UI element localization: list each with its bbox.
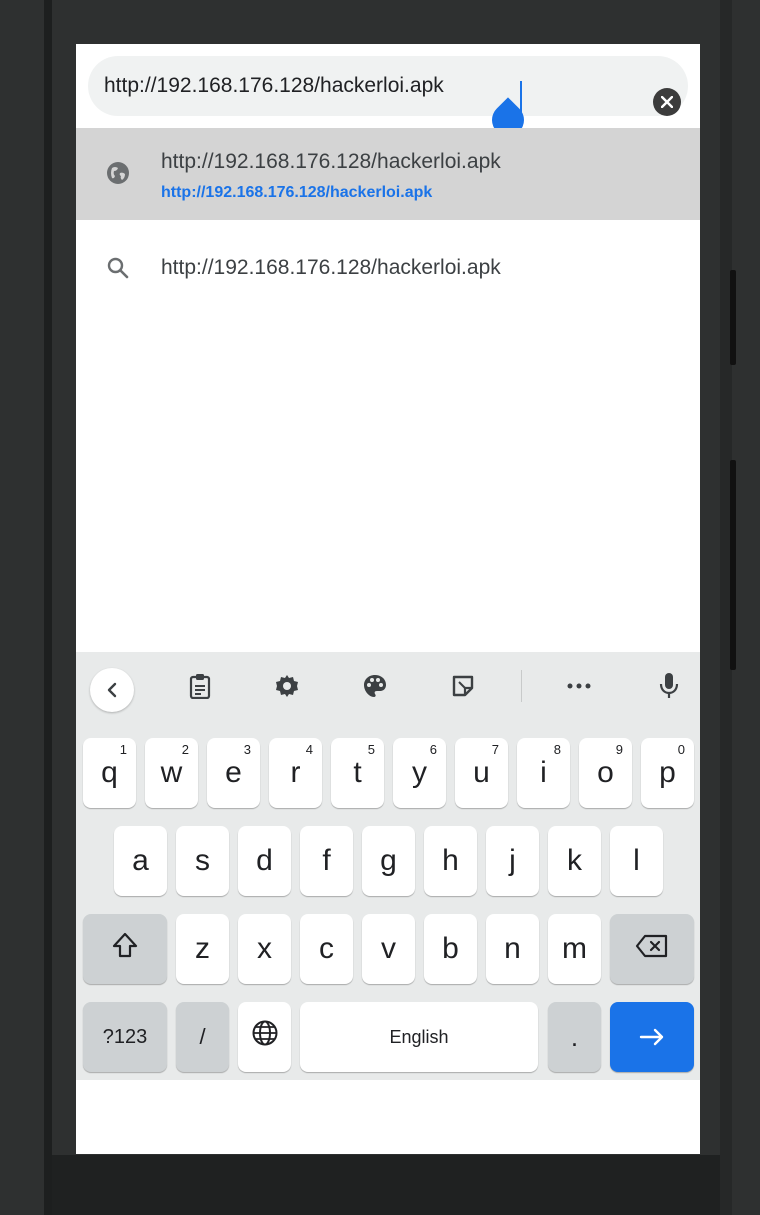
url-bar[interactable]: http://192.168.176.128/hackerloi.apk — [88, 56, 688, 116]
key-q[interactable]: q1 — [83, 738, 136, 808]
symbols-key[interactable]: ?123 — [83, 1002, 167, 1072]
suggestion-title: http://192.168.176.128/hackerloi.apk — [161, 150, 501, 173]
key-k[interactable]: k — [548, 826, 601, 896]
key-y[interactable]: y6 — [393, 738, 446, 808]
key-b[interactable]: b — [424, 914, 477, 984]
key-p[interactable]: p0 — [641, 738, 694, 808]
soft-keyboard: q1 w2 e3 r4 t5 y6 u7 i8 o9 p0 a s d f g … — [76, 652, 700, 1080]
enter-key[interactable] — [610, 1002, 694, 1072]
key-c[interactable]: c — [300, 914, 353, 984]
search-icon — [106, 256, 130, 285]
arrow-right-icon — [639, 1020, 665, 1054]
key-l[interactable]: l — [610, 826, 663, 896]
keyboard-toolbar — [76, 652, 700, 718]
suggestion-item-url[interactable]: http://192.168.176.128/hackerloi.apk htt… — [76, 128, 700, 220]
url-input[interactable]: http://192.168.176.128/hackerloi.apk — [104, 74, 444, 98]
text-cursor — [520, 81, 522, 113]
key-j[interactable]: j — [486, 826, 539, 896]
power-button — [730, 460, 736, 670]
shift-icon — [111, 931, 139, 967]
key-h[interactable]: h — [424, 826, 477, 896]
phone-bottom-bezel — [52, 1155, 720, 1215]
slash-key[interactable]: / — [176, 1002, 229, 1072]
navigation-area — [76, 1080, 700, 1154]
key-s[interactable]: s — [176, 826, 229, 896]
key-o[interactable]: o9 — [579, 738, 632, 808]
key-f[interactable]: f — [300, 826, 353, 896]
globe-icon — [251, 1019, 279, 1055]
key-e[interactable]: e3 — [207, 738, 260, 808]
key-z[interactable]: z — [176, 914, 229, 984]
key-r[interactable]: r4 — [269, 738, 322, 808]
mic-icon[interactable] — [651, 668, 687, 704]
suggestion-title: http://192.168.176.128/hackerloi.apk — [161, 256, 501, 279]
clipboard-icon[interactable] — [182, 668, 218, 704]
shift-key[interactable] — [83, 914, 167, 984]
volume-button — [730, 270, 736, 365]
key-x[interactable]: x — [238, 914, 291, 984]
key-m[interactable]: m — [548, 914, 601, 984]
phone-bezel-left — [44, 0, 52, 1215]
toolbar-divider — [521, 670, 522, 702]
key-u[interactable]: u7 — [455, 738, 508, 808]
device-screen: http://192.168.176.128/hackerloi.apk htt… — [76, 44, 700, 1154]
key-i[interactable]: i8 — [517, 738, 570, 808]
sticker-icon[interactable] — [445, 668, 481, 704]
chevron-left-icon[interactable] — [90, 668, 134, 712]
key-t[interactable]: t5 — [331, 738, 384, 808]
backspace-key[interactable] — [610, 914, 694, 984]
suggestion-url: http://192.168.176.128/hackerloi.apk — [161, 184, 433, 201]
palette-icon[interactable] — [357, 668, 393, 704]
key-d[interactable]: d — [238, 826, 291, 896]
key-g[interactable]: g — [362, 826, 415, 896]
key-n[interactable]: n — [486, 914, 539, 984]
gear-icon[interactable] — [269, 668, 305, 704]
period-key[interactable]: . — [548, 1002, 601, 1072]
key-a[interactable]: a — [114, 826, 167, 896]
close-circle-icon[interactable] — [653, 88, 681, 116]
suggestion-item-search[interactable]: http://192.168.176.128/hackerloi.apk — [76, 220, 700, 310]
globe-icon — [106, 161, 130, 190]
key-v[interactable]: v — [362, 914, 415, 984]
space-key[interactable]: English — [300, 1002, 538, 1072]
key-w[interactable]: w2 — [145, 738, 198, 808]
more-icon[interactable] — [561, 668, 597, 704]
backspace-icon — [635, 932, 669, 966]
language-key[interactable] — [238, 1002, 291, 1072]
